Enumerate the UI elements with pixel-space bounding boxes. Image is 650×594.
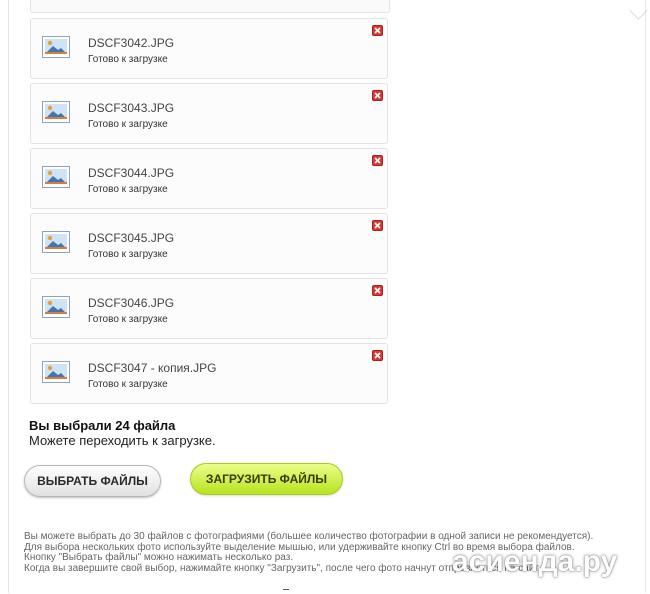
bottom-tick: [283, 589, 289, 594]
file-name: DSCF3043.JPG: [88, 101, 175, 115]
right-divider: [645, 0, 646, 593]
selection-summary-subtitle: Можете переходить к загрузке.: [29, 433, 216, 448]
file-name: DSCF3042.JPG: [88, 36, 175, 50]
left-divider: [8, 0, 9, 593]
file-item: DSCF3044.JPG Готово к загрузке: [30, 148, 388, 209]
close-icon: [374, 27, 381, 34]
instruction-line: Вы можете выбрать до 30 файлов с фотогра…: [24, 531, 594, 542]
watermark-logo: асиенда.ру: [452, 545, 618, 578]
file-name: DSCF3046.JPG: [88, 296, 175, 310]
file-status: Готово к загрузке: [88, 249, 168, 260]
remove-file-button[interactable]: [372, 350, 383, 361]
file-item: DSCF3045.JPG Готово к загрузке: [30, 213, 388, 274]
remove-file-button[interactable]: [372, 25, 383, 36]
file-status: Готово к загрузке: [88, 184, 168, 195]
image-file-icon: [42, 296, 71, 319]
file-item: DSCF3047 - копия.JPG Готово к загрузке: [30, 343, 388, 404]
image-file-icon: [42, 231, 71, 254]
file-status: Готово к загрузке: [88, 314, 168, 325]
file-item: DSCF3046.JPG Готово к загрузке: [30, 278, 388, 339]
file-item-partial: [30, 0, 390, 13]
close-icon: [374, 157, 381, 164]
file-name: DSCF3047 - копия.JPG: [88, 361, 217, 375]
remove-file-button[interactable]: [372, 155, 383, 166]
selection-summary-title: Вы выбрали 24 файла: [29, 418, 176, 433]
file-name: DSCF3045.JPG: [88, 231, 175, 245]
file-item: DSCF3042.JPG Готово к загрузке: [30, 18, 388, 79]
remove-file-button[interactable]: [372, 285, 383, 296]
file-item: DSCF3043.JPG Готово к загрузке: [30, 83, 388, 144]
close-icon: [374, 222, 381, 229]
upload-files-button[interactable]: ЗАГРУЗИТЬ ФАЙЛЫ: [190, 463, 343, 495]
file-status: Готово к загрузке: [88, 379, 168, 390]
file-status: Готово к загрузке: [88, 54, 168, 65]
remove-file-button[interactable]: [372, 90, 383, 101]
image-file-icon: [42, 101, 71, 124]
file-list: DSCF3042.JPG Готово к загрузке DSCF3043.JP…: [30, 18, 390, 408]
image-file-icon: [42, 36, 71, 59]
close-icon: [374, 92, 381, 99]
file-name: DSCF3044.JPG: [88, 166, 175, 180]
image-file-icon: [42, 166, 71, 189]
close-icon: [374, 287, 381, 294]
select-files-button[interactable]: ВЫБРАТЬ ФАЙЛЫ: [24, 465, 161, 497]
image-file-icon: [42, 361, 71, 384]
remove-file-button[interactable]: [372, 220, 383, 231]
close-icon: [374, 352, 381, 359]
file-status: Готово к загрузке: [88, 119, 168, 130]
